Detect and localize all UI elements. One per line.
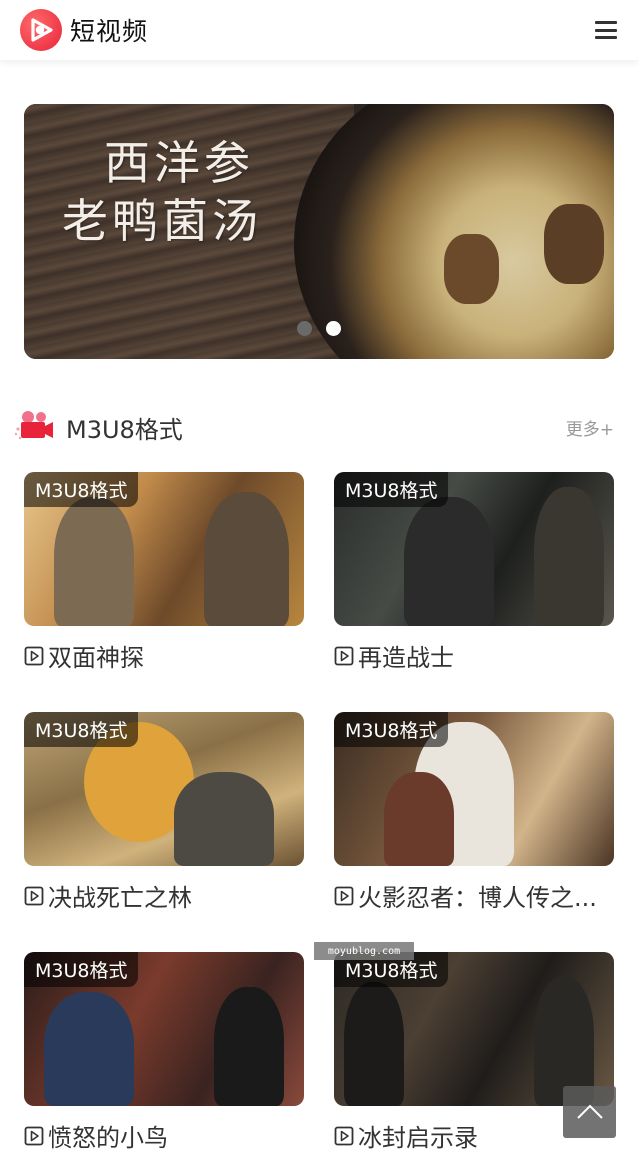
section-header: M3U8格式 更多+ [12,404,614,450]
play-logo-icon [20,9,62,51]
video-title-text: 再造战士 [358,644,454,672]
video-card[interactable]: M3U8格式 火影忍者：博人传之... [334,712,614,913]
banner-mushroom [444,234,499,304]
video-thumbnail[interactable]: M3U8格式 [24,952,304,1106]
brand[interactable]: 短视频 [20,9,148,51]
play-icon [24,1126,44,1145]
top-header: 短视频 [0,0,639,60]
video-title[interactable]: 火影忍者：博人传之... [334,878,614,913]
play-icon [24,646,44,665]
video-title[interactable]: 决战死亡之林 [24,878,304,913]
format-badge: M3U8格式 [334,472,449,507]
video-title[interactable]: 双面神探 [24,638,304,673]
format-badge: M3U8格式 [24,472,139,507]
format-badge: M3U8格式 [24,712,139,747]
more-link[interactable]: 更多+ [566,415,614,440]
video-title-text: 双面神探 [48,644,144,672]
carousel-dot-1[interactable] [297,321,312,336]
banner-carousel[interactable]: 西洋参 老鸭菌汤 [24,104,614,359]
video-title-text: 火影忍者：博人传之... [358,884,597,912]
section-title: M3U8格式 [66,415,183,444]
video-card[interactable]: M3U8格式 双面神探 [24,472,304,673]
chevron-up-icon [576,1104,603,1119]
play-icon [334,1126,354,1145]
play-icon [334,886,354,905]
carousel-dots [297,321,341,336]
watermark: moyublog.com [314,942,414,960]
banner-title: 西洋参 老鸭菌汤 [62,134,262,250]
video-card[interactable]: M3U8格式 愤怒的小鸟 [24,952,304,1153]
video-title[interactable]: 愤怒的小鸟 [24,1118,304,1153]
hamburger-menu-icon[interactable] [595,21,617,39]
video-card[interactable]: M3U8格式 再造战士 [334,472,614,673]
video-title[interactable]: 再造战士 [334,638,614,673]
banner-title-line2: 老鸭菌汤 [62,194,262,248]
video-thumbnail[interactable]: M3U8格式 [334,472,614,626]
video-thumbnail[interactable]: M3U8格式 [24,712,304,866]
play-icon [334,646,354,665]
video-camera-icon [12,407,56,447]
banner-mushroom [544,204,604,284]
banner-title-line1: 西洋参 [104,136,254,190]
video-title-text: 冰封启示录 [358,1124,478,1152]
video-card[interactable]: M3U8格式 决战死亡之林 [24,712,304,913]
video-thumbnail[interactable]: M3U8格式 [334,952,614,1106]
video-title-text: 愤怒的小鸟 [48,1124,168,1152]
back-to-top-button[interactable] [563,1086,616,1138]
brand-name: 短视频 [70,17,149,46]
format-badge: M3U8格式 [334,712,449,747]
video-title-text: 决战死亡之林 [48,884,192,912]
play-icon [24,886,44,905]
carousel-dot-2[interactable] [326,321,341,336]
video-thumbnail[interactable]: M3U8格式 [24,472,304,626]
video-thumbnail[interactable]: M3U8格式 [334,712,614,866]
format-badge: M3U8格式 [24,952,139,987]
